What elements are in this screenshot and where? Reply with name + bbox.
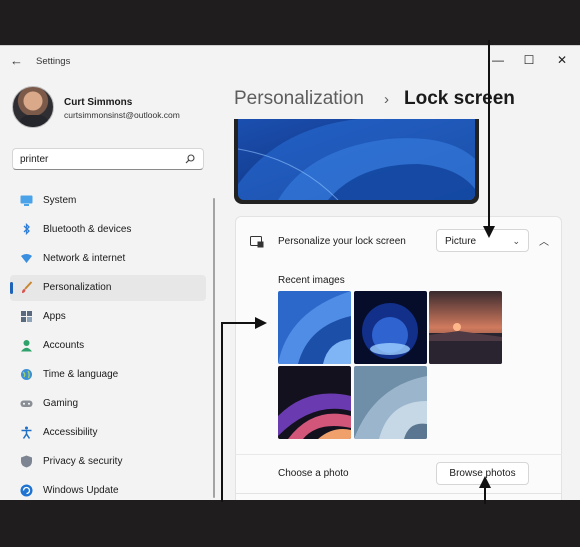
app-title: Settings (36, 56, 71, 67)
sidebar-item-label: System (43, 195, 77, 206)
title-bar: ← Settings — ☐ ✕ (0, 46, 580, 76)
close-button[interactable]: ✕ (549, 50, 575, 70)
recent-image-thumbnail[interactable] (354, 291, 427, 364)
user-email: curtsimmonsinst@outlook.com (64, 110, 180, 120)
sidebar-item-label: Network & internet (43, 253, 126, 264)
callout-arrow-line (484, 486, 486, 504)
gamepad-icon (20, 400, 33, 407)
sidebar-scrollbar[interactable] (213, 198, 215, 498)
accessibility-icon (21, 426, 32, 439)
back-arrow-icon[interactable]: ← (10, 54, 24, 67)
update-icon (20, 484, 33, 497)
sidebar-item-label: Personalization (43, 282, 112, 293)
sidebar-item-label: Accounts (43, 340, 85, 351)
lock-screen-icon (250, 236, 264, 248)
selection-indicator (10, 282, 13, 294)
personalize-lock-screen-card: Personalize your lock screen Picture ⌄ ︿ (235, 216, 562, 266)
sidebar-item-bluetooth[interactable]: Bluetooth & devices (10, 217, 206, 243)
recent-images-label: Recent images (278, 275, 345, 286)
next-setting-card (235, 493, 562, 500)
sidebar-item-windows-update[interactable]: Windows Update (10, 478, 206, 500)
callout-arrow-line (221, 322, 257, 324)
shield-icon (21, 455, 32, 468)
recent-image-thumbnail[interactable] (278, 366, 351, 439)
avatar[interactable] (12, 86, 54, 128)
recent-image-thumbnail[interactable] (278, 291, 351, 364)
search-input[interactable]: printer (12, 148, 204, 170)
breadcrumb-separator: › (384, 91, 389, 108)
globe-icon (21, 369, 32, 380)
choose-photo-label: Choose a photo (278, 468, 349, 479)
person-icon (21, 340, 32, 352)
network-icon (21, 254, 32, 263)
sidebar-item-label: Windows Update (43, 485, 119, 496)
page-title: Lock screen (404, 88, 515, 109)
wallpaper-glow-orb (354, 291, 427, 364)
sidebar-item-accounts[interactable]: Accounts (10, 333, 206, 359)
sidebar-item-personalization[interactable]: Personalization (10, 275, 206, 301)
recent-image-thumbnail[interactable] (354, 366, 427, 439)
choose-photo-row: Choose a photo Browse photos (235, 454, 562, 494)
sidebar-item-network[interactable]: Network & internet (10, 246, 206, 272)
sidebar-item-gaming[interactable]: Gaming (10, 391, 206, 417)
sidebar-item-privacy-security[interactable]: Privacy & security (10, 449, 206, 475)
sidebar-item-label: Gaming (43, 398, 79, 409)
sidebar-item-label: Bluetooth & devices (43, 224, 132, 235)
sidebar-item-apps[interactable]: Apps (10, 304, 206, 330)
sidebar-item-accessibility[interactable]: Accessibility (10, 420, 206, 446)
preview-wallpaper (238, 119, 475, 200)
search-icon[interactable] (185, 154, 195, 164)
bluetooth-icon (23, 223, 30, 236)
recent-image-thumbnail[interactable] (429, 291, 502, 364)
system-icon (20, 195, 33, 206)
sidebar-item-label: Privacy & security (43, 456, 123, 467)
sidebar-item-system[interactable]: System (10, 188, 206, 214)
user-name: Curt Simmons (64, 97, 133, 108)
recent-images-section: Recent images (235, 265, 562, 455)
screenshot-stage: ← Settings — ☐ ✕ Curt Simmons curtsimmon… (0, 0, 580, 547)
sidebar-item-label: Apps (43, 311, 66, 322)
settings-window: ← Settings — ☐ ✕ Curt Simmons curtsimmon… (0, 45, 580, 500)
apps-icon (21, 311, 32, 322)
wallpaper-purple-ribbons (278, 366, 351, 439)
breadcrumb-parent[interactable]: Personalization (234, 88, 364, 110)
search-input-value: printer (20, 154, 49, 165)
chevron-down-icon: ⌄ (512, 236, 520, 246)
wallpaper-bloom-blue (278, 291, 351, 364)
wallpaper-silver-bloom (354, 366, 427, 439)
maximize-button[interactable]: ☐ (516, 50, 542, 70)
lock-screen-preview (234, 119, 479, 204)
sidebar-item-time-language[interactable]: Time & language (10, 362, 206, 388)
personalize-lock-screen-label: Personalize your lock screen (278, 236, 406, 247)
callout-arrow-head (479, 476, 491, 488)
dropdown-value: Picture (445, 236, 477, 247)
callout-arrow-line (221, 322, 223, 502)
chevron-up-icon[interactable]: ︿ (539, 233, 549, 248)
sidebar-item-label: Time & language (43, 369, 119, 380)
callout-arrow-head (255, 317, 267, 329)
wallpaper-sunset-lake (429, 291, 502, 364)
brush-icon (22, 281, 33, 293)
callout-arrow-line (488, 40, 490, 228)
callout-arrow-head (483, 226, 495, 238)
sidebar-item-label: Accessibility (43, 427, 98, 438)
